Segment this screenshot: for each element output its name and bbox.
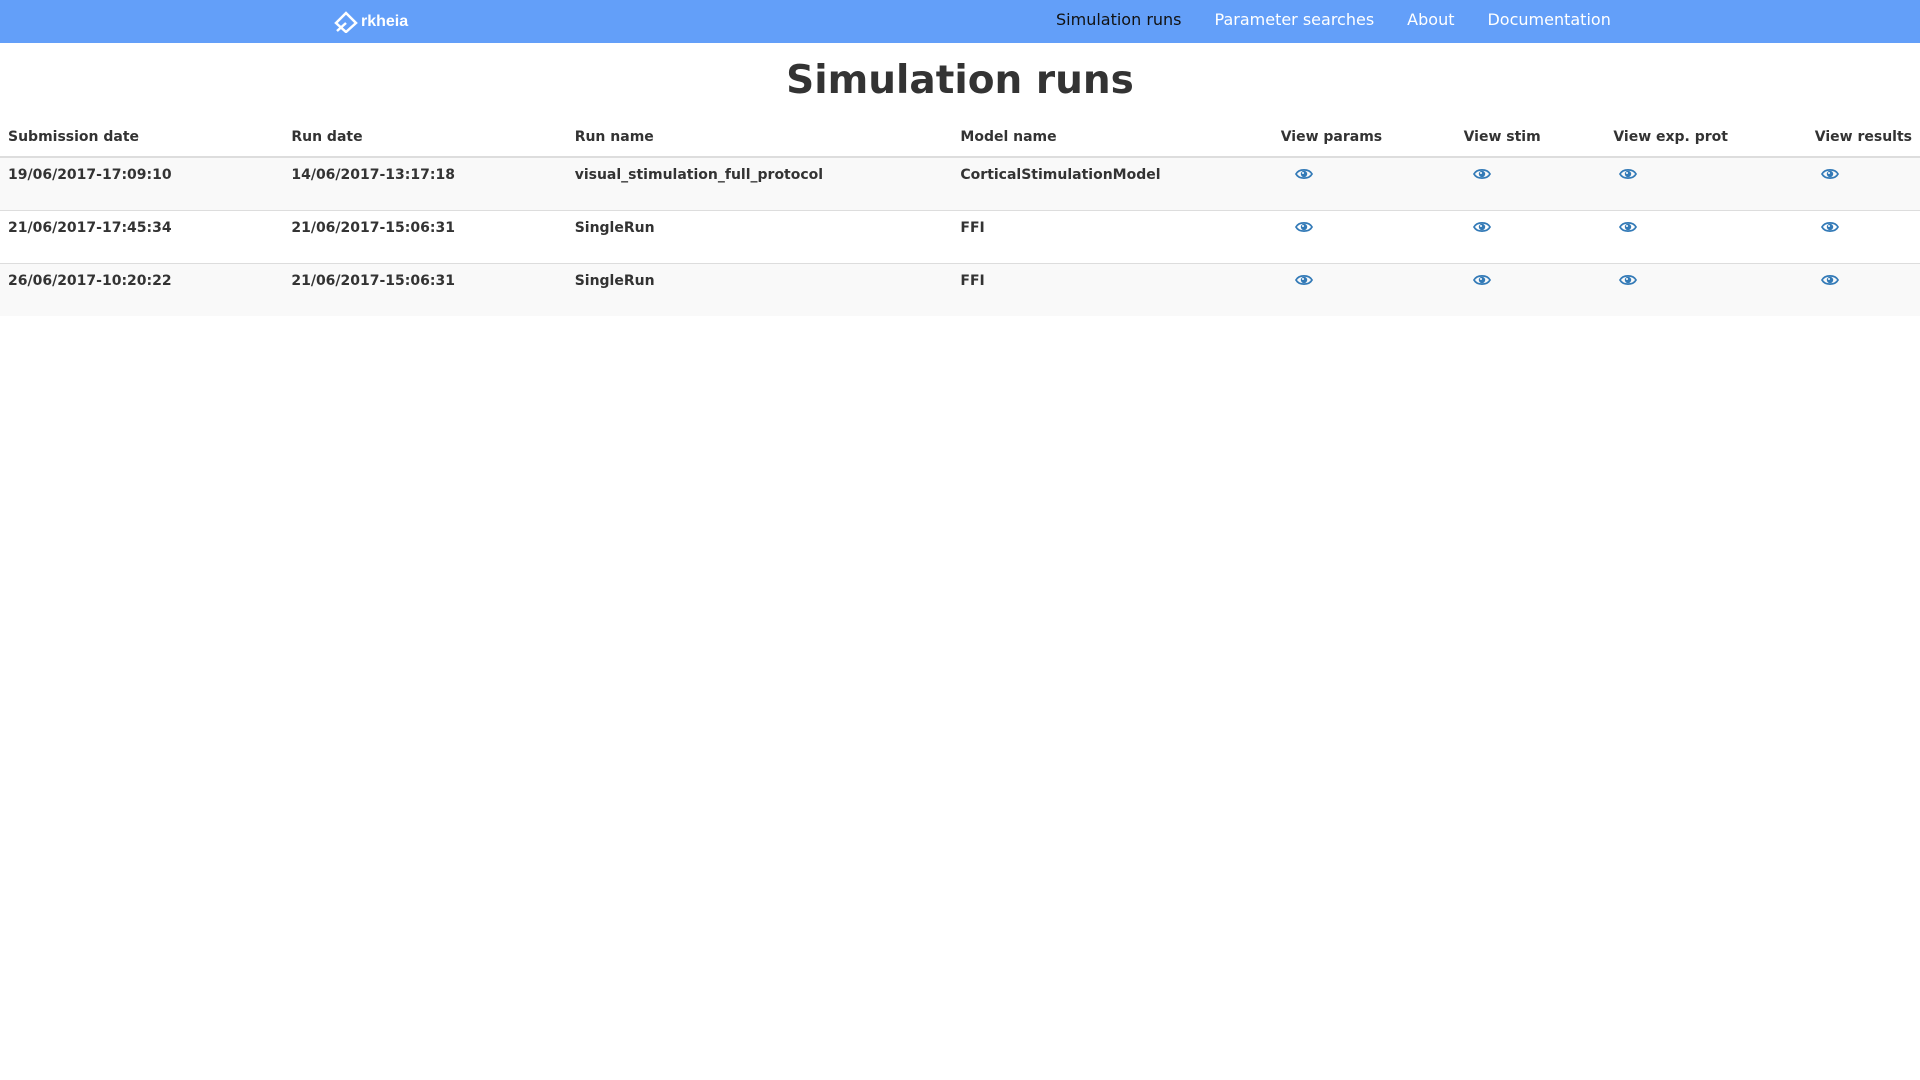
cell-model-name: CorticalStimulationModel: [960, 167, 1161, 183]
arkheia-logo-icon: [334, 11, 358, 33]
nav-simulation-runs[interactable]: Simulation runs: [1056, 10, 1182, 29]
cell-view-stim: [1456, 157, 1606, 210]
table-row: 26/06/2017-10:20:22 21/06/2017-15:06:31 …: [0, 262, 1920, 316]
eye-icon[interactable]: [1619, 167, 1638, 181]
eye-icon[interactable]: [1294, 273, 1313, 287]
eye-icon[interactable]: [1472, 273, 1491, 287]
cell-run-date: 14/06/2017-13:17:18: [291, 167, 455, 183]
cell-run-name: SingleRun: [566, 209, 953, 263]
table-header-row: Submission date Run date Run name Model …: [0, 118, 1920, 158]
cell-view-params: [1273, 157, 1456, 210]
header-run-name: Run name: [566, 118, 953, 158]
nav-links: Simulation runs Parameter searches About…: [1056, 0, 1644, 43]
cell-view-results: [1807, 157, 1920, 210]
brand-link[interactable]: rkheia: [334, 10, 408, 34]
table-row: 21/06/2017-17:45:34 21/06/2017-15:06:31 …: [0, 209, 1920, 263]
cell-view-params: [1272, 262, 1456, 316]
cell-view-results: [1806, 262, 1920, 316]
eye-icon[interactable]: [1472, 220, 1491, 234]
brand-text: rkheia: [361, 13, 409, 30]
header-view-results: View results: [1806, 118, 1920, 158]
header-model-name: Model name: [952, 118, 1273, 158]
simulation-runs-table: Submission date Run date Run name Model …: [0, 118, 1920, 316]
nav-parameter-searches[interactable]: Parameter searches: [1215, 10, 1375, 29]
eye-icon[interactable]: [1820, 273, 1839, 287]
cell-view-exp-prot: [1605, 157, 1806, 210]
header-run-date: Run date: [283, 118, 567, 158]
cell-view-params: [1272, 209, 1456, 263]
eye-icon[interactable]: [1294, 220, 1313, 234]
cell-view-exp-prot: [1605, 209, 1807, 263]
eye-icon[interactable]: [1294, 167, 1313, 181]
cell-submission-date: 26/06/2017-10:20:22: [0, 262, 284, 316]
header-view-params: View params: [1272, 118, 1456, 158]
eye-icon[interactable]: [1619, 273, 1638, 287]
header-view-stim: View stim: [1455, 118, 1606, 158]
table-body: 19/06/2017-17:09:10 14/06/2017-13:17:18 …: [0, 157, 1920, 316]
table-row: 19/06/2017-17:09:10 14/06/2017-13:17:18 …: [0, 157, 1920, 210]
cell-run-date: 21/06/2017-15:06:31: [283, 209, 567, 263]
eye-icon[interactable]: [1820, 220, 1839, 234]
cell-run-name: SingleRun: [566, 262, 953, 316]
eye-icon[interactable]: [1472, 167, 1491, 181]
cell-run-date: 21/06/2017-15:06:31: [283, 262, 567, 316]
cell-model-name: FFI: [952, 262, 1273, 316]
cell-view-stim: [1455, 209, 1606, 263]
cell-view-exp-prot: [1605, 262, 1807, 316]
navbar: rkheia Simulation runs Parameter searche…: [0, 0, 1920, 43]
cell-run-name: visual_stimulation_full_protocol: [574, 167, 824, 183]
eye-icon[interactable]: [1820, 167, 1839, 181]
cell-model-name: FFI: [952, 209, 1273, 263]
header-submission-date: Submission date: [0, 118, 284, 158]
nav-documentation[interactable]: Documentation: [1487, 10, 1610, 29]
cell-submission-date: 19/06/2017-17:09:10: [8, 167, 172, 183]
cell-view-results: [1806, 209, 1920, 263]
cell-submission-date: 21/06/2017-17:45:34: [0, 209, 284, 263]
page-title: Simulation runs: [786, 58, 1134, 103]
header-view-exp-prot: View exp. prot: [1605, 118, 1807, 158]
eye-icon[interactable]: [1619, 220, 1638, 234]
cell-view-stim: [1455, 262, 1606, 316]
nav-about[interactable]: About: [1407, 10, 1454, 29]
